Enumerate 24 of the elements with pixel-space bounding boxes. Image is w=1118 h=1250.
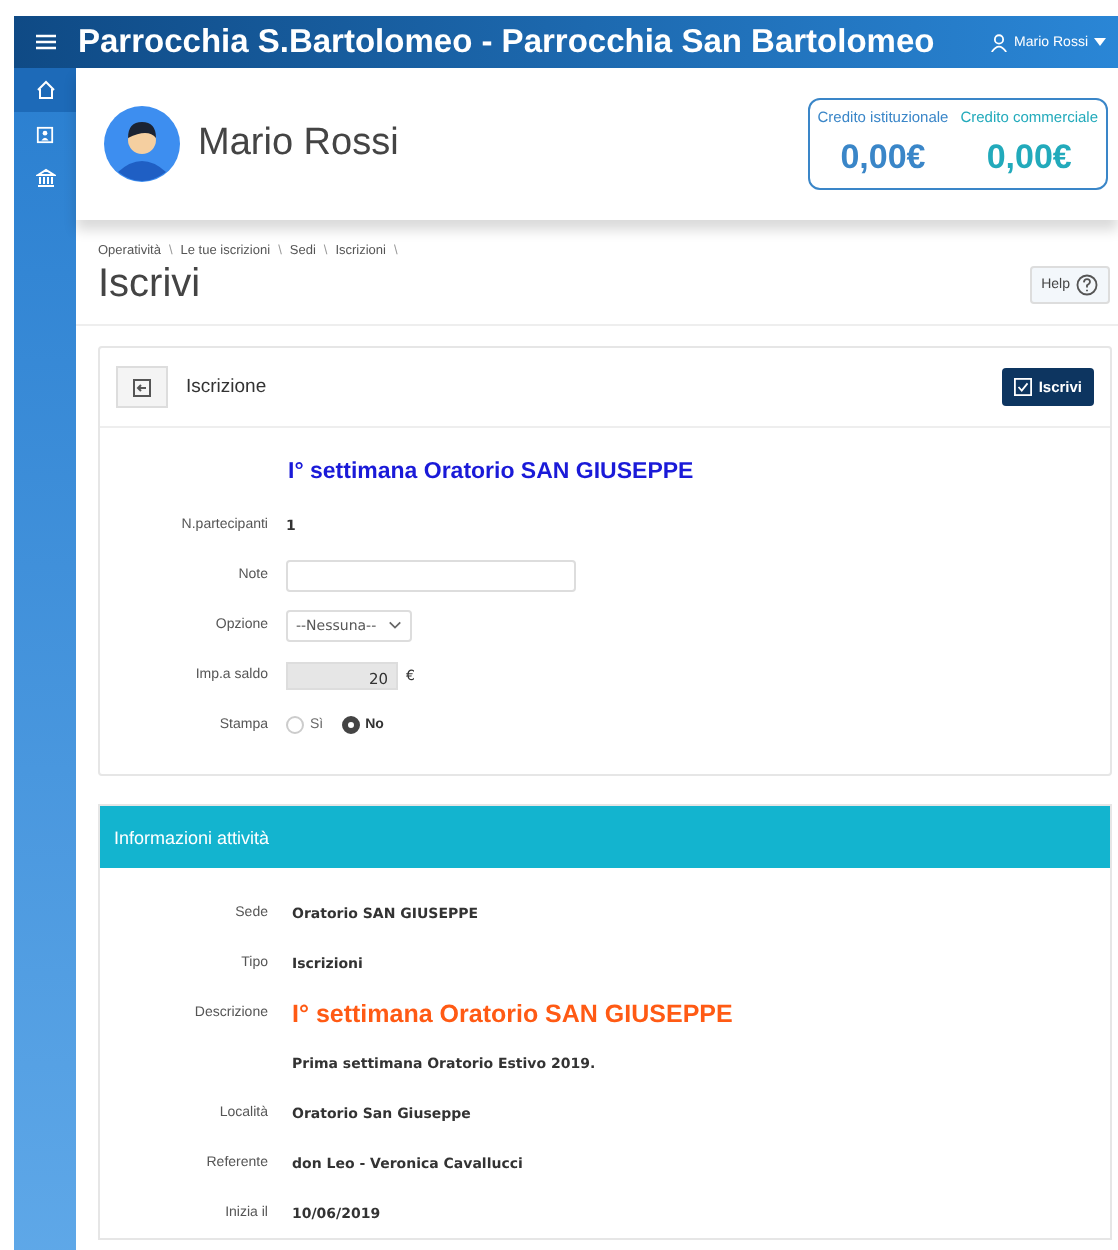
home-icon (35, 80, 55, 100)
description-title: I° settimana Oratorio SAN GIUSEPPE (292, 999, 733, 1027)
back-button[interactable] (116, 366, 168, 408)
menu-icon[interactable] (36, 34, 56, 50)
caret-icon (1094, 38, 1106, 46)
checkbox-icon (1014, 378, 1033, 396)
sidebar-item[interactable] (14, 68, 76, 112)
user-icon (990, 33, 1009, 51)
radio-button[interactable] (341, 716, 360, 734)
credit-value: 0,00€ (986, 138, 1072, 178)
card-title: Iscrizione (186, 376, 269, 398)
activity-title: I° settimana Oratorio SAN GIUSEPPE (288, 460, 696, 484)
info-title: Informazioni attività (114, 827, 270, 847)
avatar-icon (104, 106, 180, 182)
contact-card-icon (36, 125, 54, 143)
bank-icon (35, 168, 55, 188)
app-title: Parrocchia S.Bartolomeo - Parrocchia San Bartolomeo (78, 23, 937, 61)
user-name: Mario Rossi (198, 122, 401, 166)
exit-icon (132, 377, 152, 397)
credit-value: 0,00€ (840, 138, 926, 178)
help-icon (1076, 274, 1098, 296)
note-field[interactable] (286, 559, 576, 591)
chevron-icon (388, 620, 403, 630)
page-title: Iscrivi (98, 262, 201, 308)
